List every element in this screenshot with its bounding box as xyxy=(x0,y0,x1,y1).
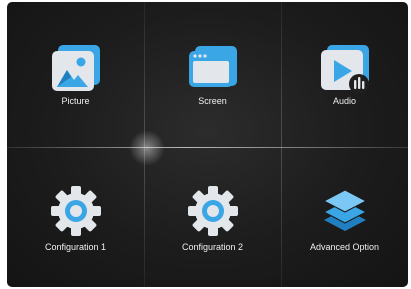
menu-item-advanced-option[interactable]: Advanced Option xyxy=(281,147,408,287)
menu-item-configuration-1[interactable]: Configuration 1 xyxy=(7,147,144,287)
gear-icon xyxy=(50,186,101,236)
menu-grid: Picture Screen Audio Configuration 1 Con… xyxy=(7,2,408,287)
picture-icon xyxy=(51,45,100,91)
audio-icon xyxy=(320,45,369,94)
screen-icon xyxy=(188,46,237,87)
row-divider xyxy=(7,147,408,148)
menu-item-audio[interactable]: Audio xyxy=(281,2,408,147)
column-divider xyxy=(281,2,282,287)
menu-item-label: Configuration 2 xyxy=(181,242,244,252)
menu-item-picture[interactable]: Picture xyxy=(7,2,144,147)
menu-item-label: Audio xyxy=(332,96,357,106)
menu-item-label: Advanced Option xyxy=(309,242,380,252)
menu-item-configuration-2[interactable]: Configuration 2 xyxy=(144,147,281,287)
menu-item-label: Screen xyxy=(198,96,227,106)
layers-icon xyxy=(322,189,367,231)
menu-item-label: Picture xyxy=(61,96,90,106)
menu-item-screen[interactable]: Screen xyxy=(144,2,281,147)
gear-icon xyxy=(187,186,238,236)
menu-panel: Picture Screen Audio Configuration 1 Con… xyxy=(7,2,408,287)
menu-item-label: Configuration 1 xyxy=(44,242,107,252)
column-divider xyxy=(144,2,145,287)
